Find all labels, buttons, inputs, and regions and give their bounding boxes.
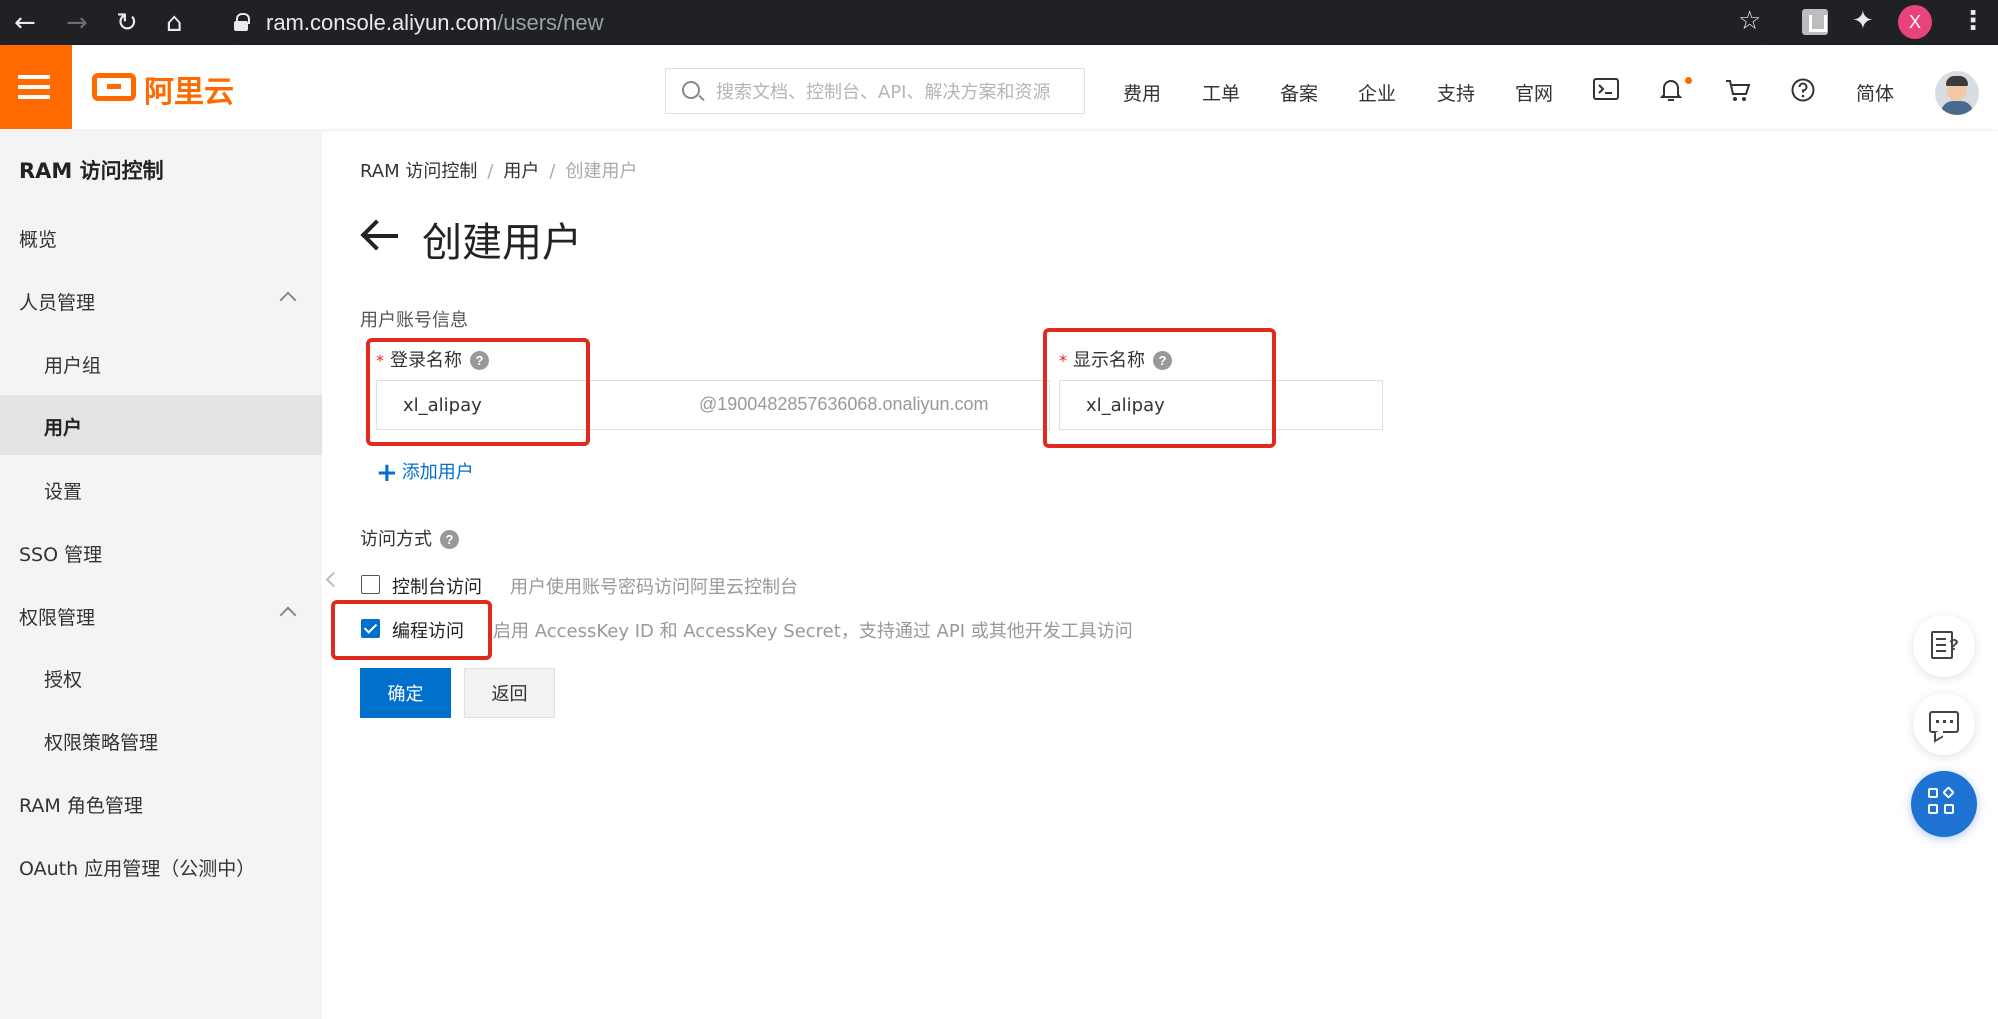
annotation-box-login-name bbox=[366, 338, 590, 446]
apps-grid-icon bbox=[1928, 786, 1956, 816]
nav-link-tickets[interactable]: 工单 bbox=[1202, 79, 1240, 106]
browser-profile-avatar[interactable]: X bbox=[1898, 5, 1932, 39]
logo-text: 阿里云 bbox=[144, 75, 234, 110]
sidebar-item-users[interactable]: 用户 bbox=[0, 395, 322, 455]
lock-icon bbox=[234, 13, 250, 31]
apps-button[interactable] bbox=[1911, 771, 1977, 837]
breadcrumb-item-users[interactable]: 用户 bbox=[503, 161, 539, 182]
search-input[interactable] bbox=[716, 77, 1076, 107]
nav-link-support[interactable]: 支持 bbox=[1437, 79, 1475, 106]
add-user-link[interactable]: + 添加用户 bbox=[376, 458, 474, 488]
back-button[interactable]: 返回 bbox=[464, 668, 555, 718]
back-arrow-icon[interactable] bbox=[360, 216, 400, 256]
chevron-up-icon bbox=[279, 606, 297, 624]
sidebar-item-overview[interactable]: 概览 bbox=[0, 209, 322, 267]
sidebar-item-user-groups[interactable]: 用户组 bbox=[0, 335, 322, 393]
chat-button[interactable] bbox=[1913, 693, 1975, 755]
global-search[interactable] bbox=[665, 68, 1085, 114]
url-text: ram.console.aliyun.com/users/new bbox=[266, 10, 604, 35]
section-account-info: 用户账号信息 bbox=[360, 310, 468, 331]
feedback-button[interactable]: ? bbox=[1913, 615, 1975, 677]
search-icon bbox=[682, 81, 700, 99]
nav-link-official-site[interactable]: 官网 bbox=[1515, 79, 1553, 106]
puzzle-extensions-icon[interactable]: ✦ bbox=[1852, 6, 1874, 36]
sidebar-item-policies[interactable]: 权限策略管理 bbox=[0, 712, 322, 770]
forward-nav-icon[interactable]: → bbox=[66, 8, 88, 38]
bell-icon[interactable] bbox=[1660, 78, 1682, 102]
aliyun-logo-mark-icon bbox=[92, 73, 136, 101]
browser-toolbar: ← → ↻ ⌂ ram.console.aliyun.com/users/new… bbox=[0, 0, 1998, 45]
hamburger-menu-icon[interactable] bbox=[0, 45, 72, 129]
chat-icon bbox=[1929, 711, 1959, 733]
nav-link-icp[interactable]: 备案 bbox=[1280, 79, 1318, 106]
breadcrumb-item-ram[interactable]: RAM 访问控制 bbox=[360, 161, 477, 182]
breadcrumb-item-current: 创建用户 bbox=[565, 161, 638, 182]
sidebar-item-identities[interactable]: 人员管理 bbox=[0, 272, 322, 330]
console-access-label[interactable]: 控制台访问 bbox=[392, 573, 482, 599]
login-domain-suffix: @1900482857636068.onaliyun.com bbox=[699, 394, 989, 414]
nav-link-enterprise[interactable]: 企业 bbox=[1358, 79, 1396, 106]
confirm-button[interactable]: 确定 bbox=[360, 668, 451, 718]
chevron-up-icon bbox=[279, 291, 297, 309]
programmatic-access-description: 启用 AccessKey ID 和 AccessKey Secret，支持通过 … bbox=[493, 621, 1133, 642]
sidebar-item-permissions[interactable]: 权限管理 bbox=[0, 587, 322, 645]
annotation-box-display-name bbox=[1043, 328, 1276, 448]
help-icon[interactable] bbox=[1791, 78, 1815, 102]
page-title: 创建用户 bbox=[422, 220, 582, 266]
sidebar-item-grants[interactable]: 授权 bbox=[0, 649, 322, 707]
back-nav-icon[interactable]: ← bbox=[14, 8, 36, 38]
console-access-checkbox[interactable] bbox=[361, 575, 380, 594]
cart-icon[interactable] bbox=[1725, 78, 1751, 102]
nav-link-billing[interactable]: 费用 bbox=[1123, 79, 1161, 106]
terminal-icon[interactable] bbox=[1593, 78, 1619, 100]
notification-dot bbox=[1685, 77, 1692, 84]
sidebar-item-sso[interactable]: SSO 管理 bbox=[0, 524, 322, 582]
reload-icon[interactable]: ↻ bbox=[116, 8, 138, 38]
sidebar-collapse-chevron-icon[interactable] bbox=[322, 560, 340, 600]
annotation-box-programmatic-access bbox=[331, 600, 492, 660]
address-bar[interactable]: ram.console.aliyun.com/users/new bbox=[220, 4, 1780, 41]
access-mode-label: 访问方式? bbox=[360, 525, 459, 551]
extension-icon[interactable] bbox=[1802, 9, 1828, 35]
sidebar-item-ram-roles[interactable]: RAM 角色管理 bbox=[0, 775, 322, 833]
bookmark-star-icon[interactable]: ☆ bbox=[1738, 6, 1761, 36]
language-switch[interactable]: 简体 bbox=[1856, 79, 1894, 106]
sidebar-title: RAM 访问控制 bbox=[19, 159, 164, 183]
sidebar-item-oauth-apps[interactable]: OAuth 应用管理（公测中） bbox=[0, 838, 322, 896]
plus-icon: + bbox=[376, 458, 398, 488]
console-topbar: 阿里云 费用 工单 备案 企业 支持 官网 简体 bbox=[0, 45, 1998, 129]
breadcrumb: RAM 访问控制 / 用户 / 创建用户 bbox=[360, 161, 638, 182]
home-icon[interactable]: ⌂ bbox=[166, 8, 183, 38]
console-access-description: 用户使用账号密码访问阿里云控制台 bbox=[510, 577, 798, 598]
help-icon[interactable]: ? bbox=[440, 530, 459, 549]
browser-menu-icon[interactable]: ⋮ bbox=[1960, 6, 1986, 36]
user-avatar[interactable] bbox=[1935, 71, 1979, 115]
sidebar-item-settings[interactable]: 设置 bbox=[0, 461, 322, 519]
sidebar: RAM 访问控制 概览 人员管理 用户组 用户 设置 SSO 管理 权限管理 授… bbox=[0, 129, 322, 1019]
